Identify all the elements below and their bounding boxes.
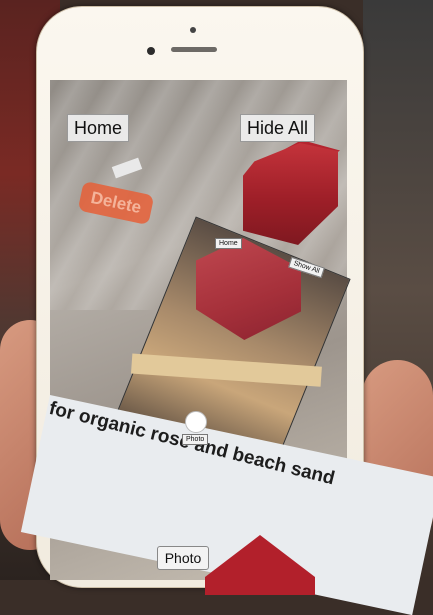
- front-camera: [147, 47, 155, 55]
- hide-all-button[interactable]: Hide All: [240, 114, 316, 142]
- earpiece-speaker: [171, 47, 217, 52]
- inner-photo-button: Photo: [182, 434, 209, 445]
- wood-plank: [130, 353, 322, 387]
- photo-button[interactable]: Photo: [157, 546, 209, 570]
- inner-shutter-icon: [185, 411, 207, 433]
- phone-top-dot: [190, 27, 196, 33]
- inner-home-button: Home: [215, 238, 242, 249]
- home-button[interactable]: Home: [67, 114, 130, 142]
